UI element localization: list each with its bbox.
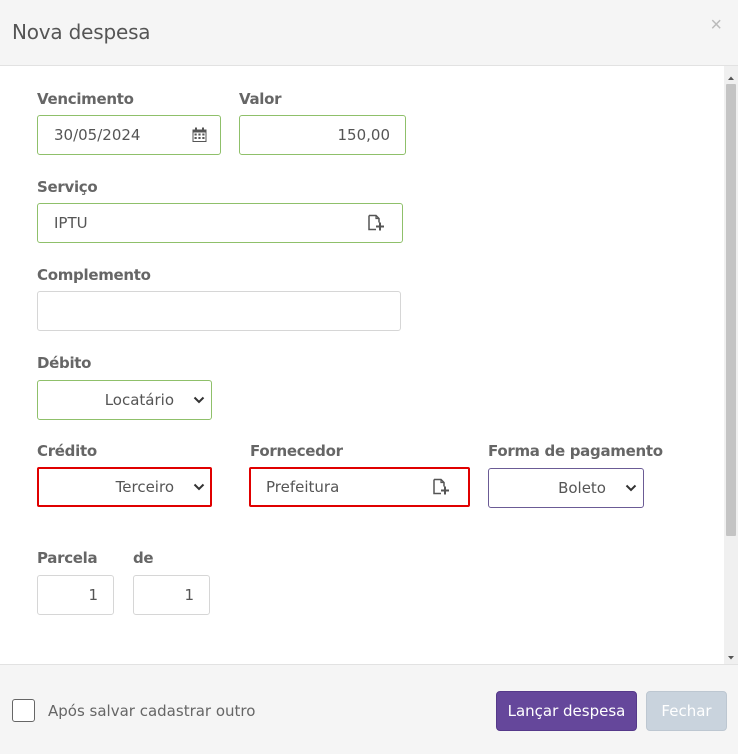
valor-value: 150,00 (337, 126, 391, 144)
credito-value: Terceiro (115, 478, 174, 496)
valor-label: Valor (239, 90, 282, 108)
complemento-input[interactable] (37, 291, 401, 331)
close-button[interactable]: Fechar (646, 691, 727, 731)
dialog-title: Nova despesa (12, 20, 151, 44)
fornecedor-label: Fornecedor (250, 442, 343, 460)
add-document-icon[interactable] (367, 214, 384, 232)
servico-value: IPTU (54, 214, 88, 232)
servico-label: Serviço (37, 178, 98, 196)
dialog-footer: Após salvar cadastrar outro Lançar despe… (0, 664, 738, 754)
servico-input[interactable]: IPTU (37, 203, 403, 243)
forma-pagamento-select[interactable]: Boleto (488, 468, 644, 508)
credito-select[interactable]: Terceiro (37, 467, 212, 507)
valor-input[interactable]: 150,00 (239, 115, 406, 155)
dialog-body: Vencimento 30/05/2024 Valor 150,00 Servi… (0, 66, 738, 664)
add-document-icon[interactable] (432, 478, 449, 496)
vencimento-date-input[interactable]: 30/05/2024 (37, 115, 221, 155)
scroll-up-arrow-icon[interactable] (724, 70, 738, 80)
parcela-input[interactable]: 1 (37, 575, 114, 615)
chevron-down-icon (193, 483, 205, 491)
scrollbar-thumb[interactable] (726, 84, 736, 536)
total-parcelas-value: 1 (184, 586, 194, 604)
forma-pagamento-label: Forma de pagamento (488, 442, 663, 460)
de-label: de (133, 549, 154, 567)
parcela-value: 1 (88, 586, 98, 604)
dialog-header: Nova despesa × (0, 0, 738, 66)
parcela-label: Parcela (37, 549, 98, 567)
total-parcelas-input[interactable]: 1 (133, 575, 210, 615)
save-and-new-label[interactable]: Após salvar cadastrar outro (48, 702, 255, 720)
calendar-icon[interactable] (192, 127, 207, 143)
chevron-down-icon (193, 396, 205, 404)
vertical-scrollbar[interactable] (724, 66, 738, 664)
complemento-label: Complemento (37, 266, 151, 284)
chevron-down-icon (625, 484, 637, 492)
new-expense-dialog: Nova despesa × Vencimento 30/05/2024 Val… (0, 0, 738, 754)
fornecedor-value: Prefeitura (266, 478, 340, 496)
fornecedor-input[interactable]: Prefeitura (249, 467, 470, 507)
close-icon[interactable]: × (710, 14, 722, 36)
vencimento-value: 30/05/2024 (54, 126, 141, 144)
debito-select[interactable]: Locatário (37, 380, 212, 420)
forma-pagamento-value: Boleto (558, 479, 606, 497)
credito-label: Crédito (37, 442, 97, 460)
scroll-down-arrow-icon[interactable] (724, 650, 738, 660)
debito-value: Locatário (104, 391, 174, 409)
vencimento-label: Vencimento (37, 90, 134, 108)
debito-label: Débito (37, 354, 92, 372)
save-and-new-checkbox[interactable] (12, 699, 35, 722)
submit-expense-button[interactable]: Lançar despesa (496, 691, 637, 731)
